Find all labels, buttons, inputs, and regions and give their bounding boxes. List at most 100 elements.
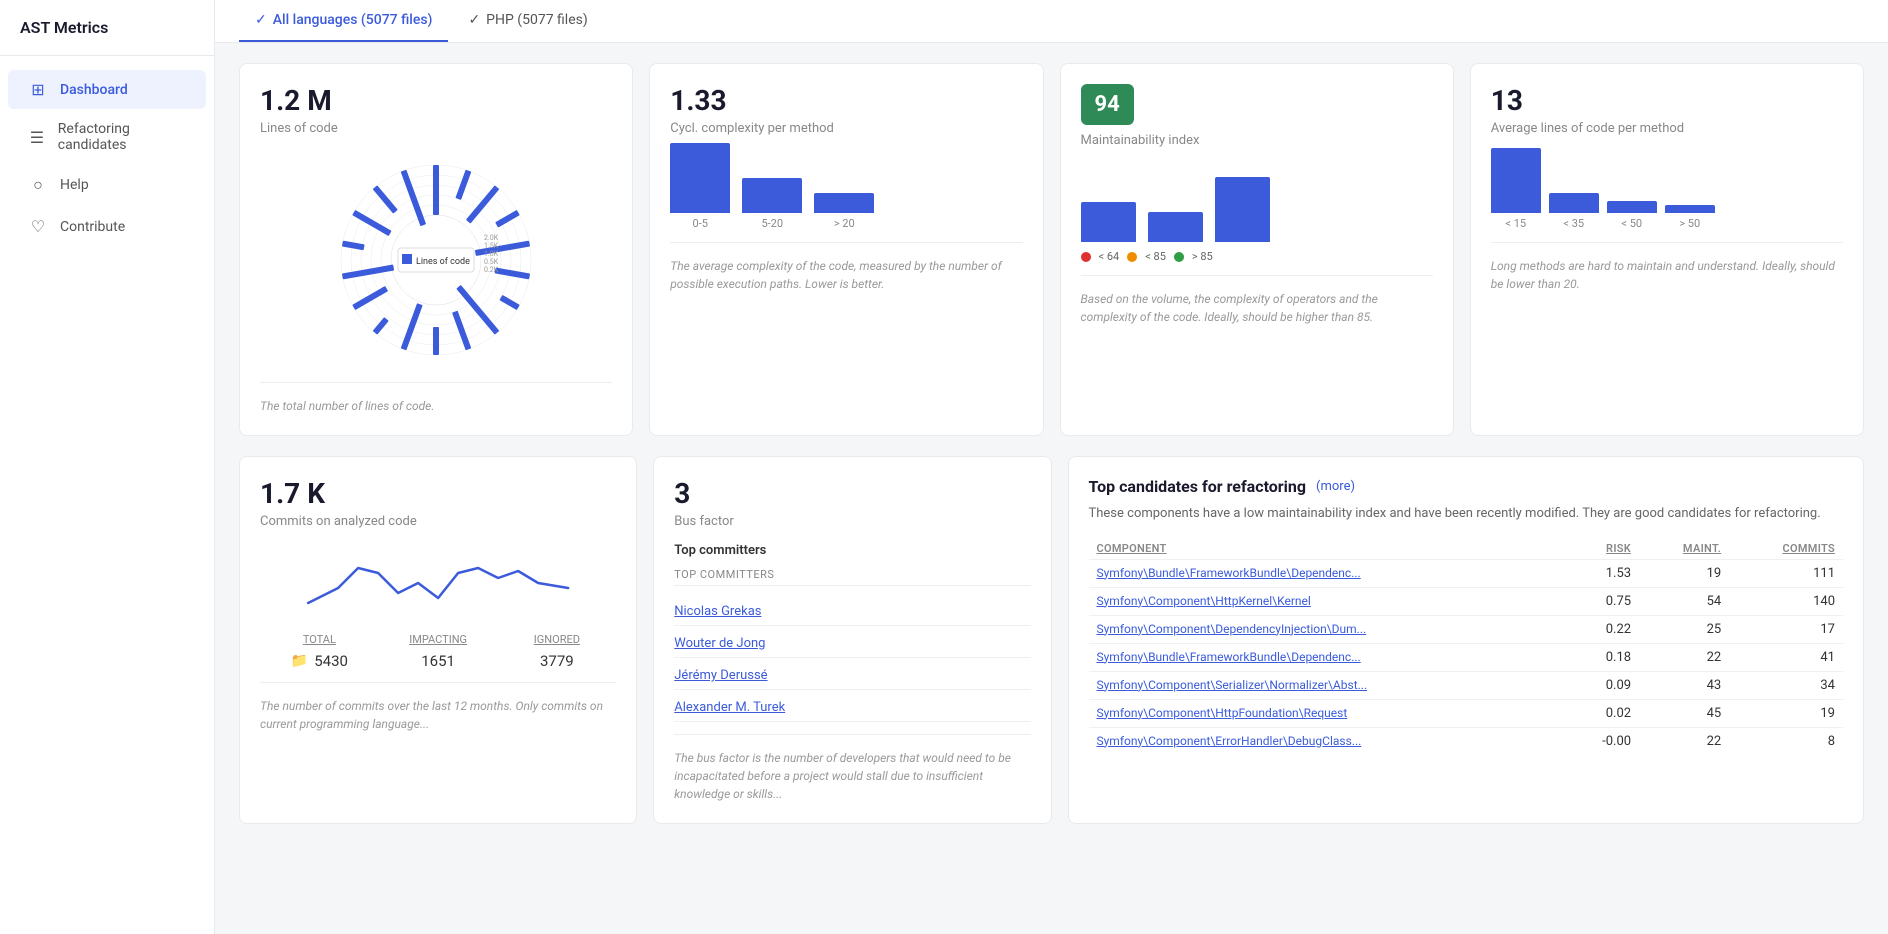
cell-risk: 0.09 [1564, 671, 1639, 699]
sidebar-item-dashboard[interactable]: ⊞ Dashboard [8, 70, 206, 109]
bar-label-lt35: < 35 [1563, 217, 1584, 230]
cell-risk: 0.22 [1564, 615, 1639, 643]
bar-lt64 [1081, 202, 1136, 242]
maint-bar-lt64 [1081, 202, 1136, 242]
cell-commits: 34 [1729, 671, 1843, 699]
bar-group-0-5: 0-5 [670, 143, 730, 230]
dashboard-content: 1.2 M Lines of code [215, 43, 1888, 844]
cell-maint: 43 [1639, 671, 1729, 699]
svg-text:2.0K: 2.0K [484, 234, 499, 242]
sidebar-label-refactoring: Refactoring candidates [58, 121, 186, 153]
loc-metric: 1.2 M [260, 84, 612, 117]
cell-maint: 54 [1639, 587, 1729, 615]
col-component: COMPONENT [1089, 538, 1565, 560]
app-title: AST Metrics [0, 0, 214, 56]
cell-maint: 19 [1639, 559, 1729, 587]
component-link[interactable]: Symfony\Component\DependencyInjection\Du… [1097, 622, 1367, 636]
cycl-divider [670, 242, 1022, 243]
component-link[interactable]: Symfony\Component\Serializer\Normalizer\… [1097, 678, 1368, 692]
committer-link-2[interactable]: Jérémy Derussé [674, 668, 767, 683]
card-cyclomatic: 1.33 Cycl. complexity per method 0-5 5-2… [649, 63, 1043, 436]
card-commits: 1.7 K Commits on analyzed code TOTAL 📁 5… [239, 456, 637, 824]
cell-commits: 19 [1729, 699, 1843, 727]
maint-badge: 94 [1081, 84, 1134, 125]
table-row: Symfony\Component\HttpKernel\Kernel 0.75… [1089, 587, 1844, 615]
col-maint: MAINT. [1639, 538, 1729, 560]
cell-risk: 1.53 [1564, 559, 1639, 587]
tab-php[interactable]: ✓ PHP (5077 files) [452, 0, 603, 42]
commits-value-impacting: 1651 [379, 652, 498, 670]
col-commits: COMMITS [1729, 538, 1843, 560]
refactor-table: COMPONENT RISK MAINT. COMMITS Symfony\Bu… [1089, 538, 1844, 755]
cards-row-1: 1.2 M Lines of code [239, 63, 1864, 436]
sidebar-label-help: Help [60, 177, 89, 193]
committer-link-0[interactable]: Nicolas Grekas [674, 604, 761, 619]
bar-group-gt20: > 20 [814, 193, 874, 230]
sidebar-item-refactoring[interactable]: ☰ Refactoring candidates [8, 111, 206, 163]
cell-maint: 25 [1639, 615, 1729, 643]
cell-commits: 111 [1729, 559, 1843, 587]
bar-lt35 [1549, 193, 1599, 213]
sidebar-nav: ⊞ Dashboard ☰ Refactoring candidates ○ H… [0, 56, 214, 260]
component-link[interactable]: Symfony\Bundle\FrameworkBundle\Dependenc… [1097, 650, 1361, 664]
cell-maint: 22 [1639, 727, 1729, 755]
committer-row-1: Wouter de Jong [674, 626, 1030, 658]
svg-text:1.5K: 1.5K [484, 242, 499, 250]
refactor-more-link[interactable]: (more) [1316, 479, 1355, 494]
folder-icon: 📁 [291, 653, 308, 669]
refactor-header: Top candidates for refactoring (more) [1089, 477, 1844, 496]
card-lines-of-code: 1.2 M Lines of code [239, 63, 633, 436]
dot-label-lt85: < 85 [1145, 250, 1166, 263]
component-link[interactable]: Symfony\Component\HttpKernel\Kernel [1097, 594, 1311, 608]
cell-component: Symfony\Component\Serializer\Normalizer\… [1089, 671, 1565, 699]
bar-gt50 [1665, 205, 1715, 213]
cell-component: Symfony\Bundle\FrameworkBundle\Dependenc… [1089, 559, 1565, 587]
avg-bar-chart: < 15 < 35 < 50 > 50 [1491, 150, 1843, 230]
maint-divider [1081, 275, 1433, 276]
committer-row-0: Nicolas Grekas [674, 594, 1030, 626]
card-avg-lines: 13 Average lines of code per method < 15… [1470, 63, 1864, 436]
refactor-subtitle: These components have a low maintainabil… [1089, 504, 1844, 524]
component-link[interactable]: Symfony\Component\ErrorHandler\DebugClas… [1097, 734, 1362, 748]
commits-col-total: TOTAL 📁 5430 [260, 633, 379, 670]
refactor-title: Top candidates for refactoring [1089, 477, 1307, 496]
commits-value-total: 📁 5430 [260, 652, 379, 670]
committer-link-1[interactable]: Wouter de Jong [674, 636, 765, 651]
tab-bar: ✓ All languages (5077 files) ✓ PHP (5077… [215, 0, 1888, 43]
cell-commits: 140 [1729, 587, 1843, 615]
sunburst-chart: 2.0K 1.5K 1.0K 0.5K 0.2K Lines of code [260, 150, 612, 370]
bar-group-5-20: 5-20 [742, 178, 802, 230]
sidebar-label-contribute: Contribute [60, 219, 125, 235]
tab-all-label: All languages (5077 files) [273, 12, 433, 28]
sparkline [260, 543, 616, 623]
avg-bar-lt50: < 50 [1607, 201, 1657, 230]
avg-description: Long methods are hard to maintain and un… [1491, 257, 1843, 293]
commits-total: 5430 [314, 652, 348, 670]
loc-description: The total number of lines of code. [260, 397, 612, 415]
sidebar-item-help[interactable]: ○ Help [8, 165, 206, 205]
commits-value-ignored: 3779 [498, 652, 617, 670]
refactor-table-body: Symfony\Bundle\FrameworkBundle\Dependenc… [1089, 559, 1844, 755]
svg-text:1.0K: 1.0K [484, 250, 499, 258]
cell-risk: 0.18 [1564, 643, 1639, 671]
tab-all-languages[interactable]: ✓ All languages (5077 files) [239, 0, 448, 42]
cell-component: Symfony\Component\ErrorHandler\DebugClas… [1089, 727, 1565, 755]
commits-metric: 1.7 K [260, 477, 616, 510]
cycl-metric: 1.33 [670, 84, 1022, 117]
cell-risk: -0.00 [1564, 727, 1639, 755]
commits-col-impacting: IMPACTING 1651 [379, 633, 498, 670]
cell-component: Symfony\Bundle\FrameworkBundle\Dependenc… [1089, 643, 1565, 671]
component-link[interactable]: Symfony\Component\HttpFoundation\Request [1097, 706, 1348, 720]
maint-legend: < 64 < 85 > 85 [1081, 250, 1433, 263]
avg-bar-gt50: > 50 [1665, 205, 1715, 230]
sidebar-item-contribute[interactable]: ♡ Contribute [8, 207, 206, 246]
committer-link-3[interactable]: Alexander M. Turek [674, 700, 785, 715]
component-link[interactable]: Symfony\Bundle\FrameworkBundle\Dependenc… [1097, 566, 1361, 580]
avg-label: Average lines of code per method [1491, 121, 1843, 136]
bar-lt15 [1491, 148, 1541, 213]
bar-5-20 [742, 178, 802, 213]
cell-component: Symfony\Component\HttpKernel\Kernel [1089, 587, 1565, 615]
cell-maint: 45 [1639, 699, 1729, 727]
avg-bar-lt35: < 35 [1549, 193, 1599, 230]
main-content: ✓ All languages (5077 files) ✓ PHP (5077… [215, 0, 1888, 934]
